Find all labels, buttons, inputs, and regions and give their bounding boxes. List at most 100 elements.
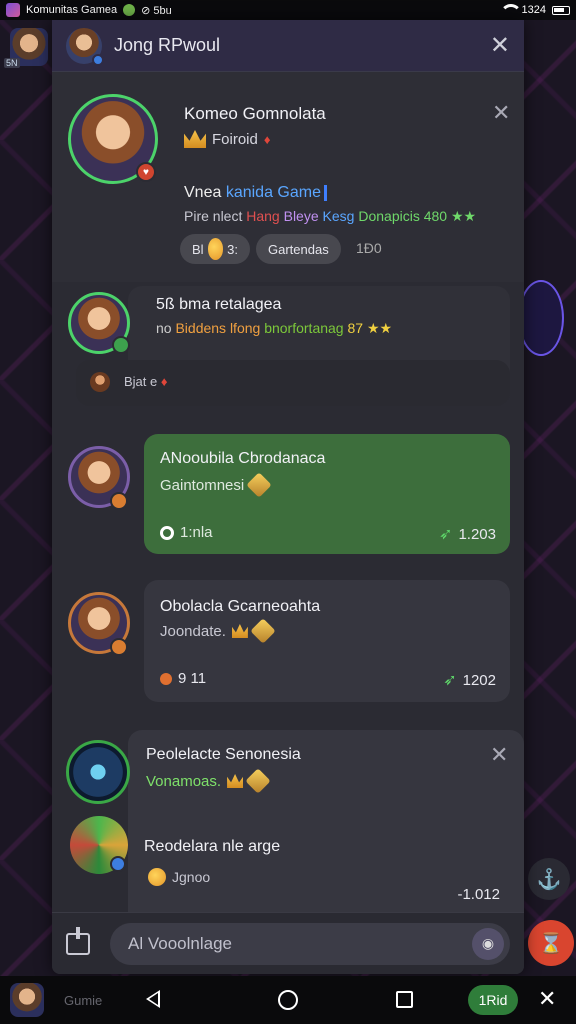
heart-icon: ♦	[263, 131, 271, 147]
card-line-1: Vnea kanida Game	[184, 184, 327, 202]
fire-icon	[160, 672, 172, 685]
reply-avatar	[90, 372, 110, 392]
nav-label: Gumie	[64, 992, 103, 1008]
navigation-bar: Gumie 1Rid ✕	[0, 976, 576, 1024]
notification-icon	[123, 4, 136, 16]
card-sub: Foiroid	[212, 130, 258, 148]
community-panel: Jong RPwoul ✕ ♥ Komeo Gomnolata ✕ Foiroi…	[52, 20, 524, 974]
message-input[interactable]: Al Vooolnlage ◉	[110, 922, 510, 965]
trend-up-icon: ➶	[443, 672, 457, 689]
reaction-chip-prefix: Bl	[192, 241, 204, 257]
card-name: Obolacla Gcarneoahta	[160, 598, 321, 615]
nav-avatar[interactable]	[10, 983, 44, 1017]
recent-apps-icon[interactable]	[396, 991, 413, 1008]
card-line-1-a: Vnea	[184, 184, 226, 201]
tag-chip[interactable]: Gartendas	[256, 234, 341, 264]
attach-icon[interactable]	[66, 926, 90, 955]
app-icon	[6, 3, 20, 17]
message-composer: Al Vooolnlage ◉	[52, 912, 524, 974]
card-line-2-c: Bleye	[283, 208, 323, 224]
background-ring	[518, 280, 564, 356]
card-line-d: 87 ★★	[347, 320, 393, 336]
reply-text-label: Bjat e	[124, 374, 158, 389]
card-sub: Vonamoas.	[146, 772, 222, 790]
avatar-badge	[110, 638, 128, 656]
header-avatar[interactable]	[66, 27, 104, 66]
home-icon[interactable]	[278, 990, 298, 1010]
gift-icon	[246, 472, 272, 498]
clock-icon	[160, 525, 174, 540]
card-line-2: Pire nlect Hang Bleye Kesg Donapicis 480…	[184, 208, 476, 225]
avatar-badge	[112, 336, 130, 354]
card-sub-row-2: Jgnoo	[148, 868, 210, 886]
card-name: ANooubila Cbrodanaca	[160, 450, 326, 467]
background-red-fab-button[interactable]: ⌛	[528, 920, 574, 966]
wifi-icon	[499, 4, 522, 16]
list-item[interactable]: ANooubila Cbrodanaca Gaintomnesi 1:nla ➶…	[144, 434, 510, 554]
mic-icon[interactable]: ◉	[472, 927, 504, 960]
card-sub: Gaintomnesi	[160, 476, 245, 494]
card-count: 1Đ0	[356, 240, 382, 256]
card-right-stat-value: -1.012	[457, 886, 500, 903]
card-line: no Biddens lfong bnorfortanag 87 ★★	[156, 320, 392, 337]
card-name: 5ß bma retalagea	[156, 296, 282, 313]
avatar-badge: ♥	[136, 162, 156, 182]
status-app-name: Komunitas Gamea	[26, 4, 118, 16]
gift-icon	[250, 618, 276, 644]
dismiss-icon[interactable]: ✕	[490, 744, 508, 766]
nav-pill-button[interactable]: 1Rid	[468, 985, 518, 1015]
card-right-stat: ➶ 1.203	[439, 524, 496, 544]
dismiss-icon[interactable]: ✕	[492, 102, 510, 124]
close-icon[interactable]: ✕	[490, 33, 510, 58]
card-line-1-link[interactable]: kanida Game	[226, 184, 321, 201]
card-left-stat: 1:nla	[160, 524, 213, 541]
card-sub-2: Jgnoo	[172, 869, 211, 885]
emoji-icon	[207, 238, 224, 260]
panel-title: Jong RPwoul	[114, 35, 221, 55]
panel-header: Jong RPwoul ✕	[52, 20, 524, 72]
card-line-b: Biddens lfong	[175, 320, 265, 336]
crown-icon	[227, 774, 244, 788]
status-time: 1324	[521, 4, 546, 16]
reaction-chip-count: 3:	[227, 241, 238, 257]
crown-icon	[231, 624, 248, 638]
card-sub-row: Vonamoas.	[146, 768, 271, 794]
reply-box[interactable]: Bjat e ♦	[76, 360, 510, 406]
card-line-2-a: Pire nlect	[184, 208, 247, 224]
card-left-stat-value: 9 11	[178, 670, 207, 687]
game-item-avatar[interactable]	[66, 740, 130, 804]
avatar-badge	[110, 492, 128, 510]
back-icon[interactable]	[146, 990, 160, 1008]
card-line-c: bnorfortanag	[264, 320, 348, 336]
card-sub-row: Gaintomnesi	[160, 472, 272, 498]
avatar-badge	[110, 856, 126, 872]
background-fab-button[interactable]: ⚓	[528, 858, 570, 900]
card-sub-row: Joondate.	[160, 618, 276, 644]
card-right-stat: ➶ 1202	[443, 670, 496, 690]
card-name: Peolelacte Senonesia	[146, 746, 301, 763]
reaction-chip[interactable]: Bl 3:	[180, 234, 250, 264]
emoji-icon	[148, 868, 166, 886]
message-input-placeholder: Al Vooolnlage	[128, 933, 232, 953]
status-bar: Komunitas Gamea ⊘ 5bu 1324	[0, 0, 576, 20]
crown-icon	[184, 130, 206, 148]
list-item[interactable]: Peolelacte Senonesia ✕ Vonamoas. Reodela…	[128, 730, 524, 914]
card-line-2-b: Hang	[246, 208, 284, 224]
card-sub: Joondate.	[160, 622, 226, 640]
list-item[interactable]: ♥ Komeo Gomnolata ✕ Foiroid ♦ Vnea kanid…	[52, 72, 524, 282]
card-right-stat-value: 1202	[462, 671, 496, 689]
card-name-2: Reodelara nle arge	[144, 838, 281, 855]
card-right-stat-value: 1.203	[458, 525, 496, 543]
status-extra: ⊘ 5bu	[141, 4, 172, 17]
background-badge: 5N	[4, 58, 20, 68]
trend-up-icon: ➶	[439, 526, 453, 543]
list-item[interactable]: Obolacla Gcarneoahta Joondate. 9 11 ➶ 12…	[144, 580, 510, 702]
card-line-2-d: Kesg	[322, 208, 359, 224]
card-line-a: no	[156, 320, 176, 336]
header-avatar-badge	[92, 53, 104, 66]
card-line-2-e: Donapicis 480 ★★	[358, 208, 477, 224]
card-left-stat: 9 11	[160, 670, 206, 687]
card-left-stat-value: 1:nla	[180, 524, 213, 541]
close-icon[interactable]: ✕	[538, 986, 556, 1012]
cursor-icon	[323, 184, 327, 201]
